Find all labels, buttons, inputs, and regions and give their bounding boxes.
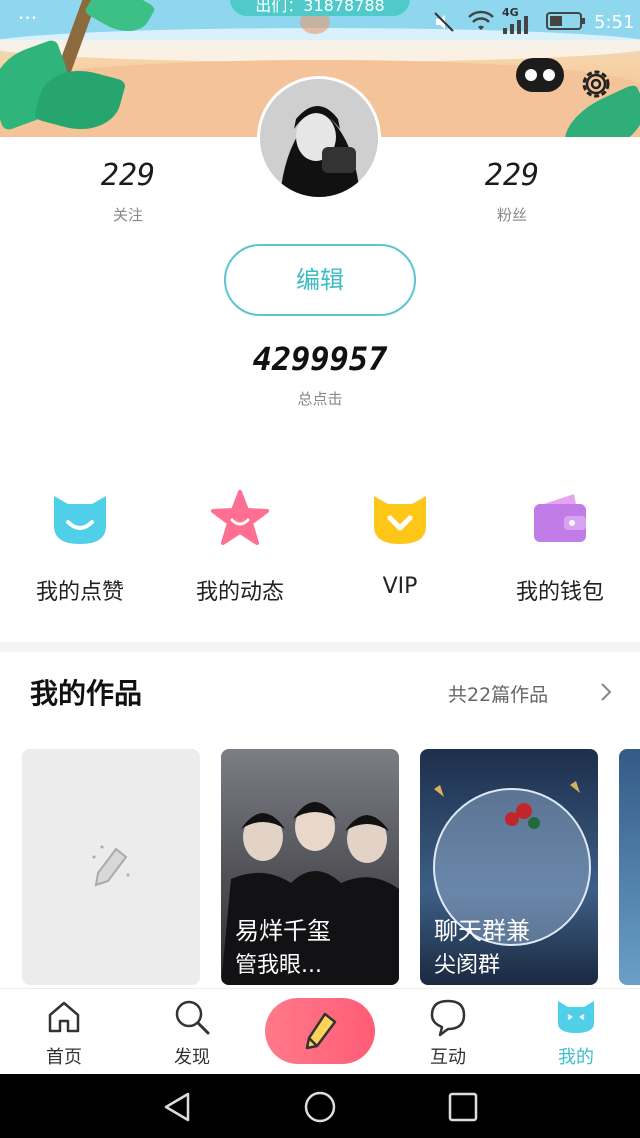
nav-discover[interactable]: 发现 xyxy=(128,989,256,1075)
cat-smile-icon xyxy=(54,496,106,544)
work-card-new[interactable] xyxy=(22,749,200,985)
recents-icon[interactable] xyxy=(446,1090,480,1124)
following-count[interactable]: 229 xyxy=(68,158,188,193)
search-icon xyxy=(175,1000,210,1035)
work-title-line2: 管我眼... xyxy=(235,953,322,978)
work-title-line2: 尖阂群 xyxy=(434,953,501,978)
work-card-partial[interactable] xyxy=(619,749,640,985)
menu-dots: ··· xyxy=(18,6,38,30)
bottom-nav: 首页 发现 互动 我的 xyxy=(0,988,640,1075)
my-likes-label: 我的点赞 xyxy=(35,580,124,605)
nav-home[interactable]: 首页 xyxy=(0,989,128,1075)
mascot-eye xyxy=(525,69,537,81)
avatar-image xyxy=(260,79,378,197)
nav-discover-label: 发现 xyxy=(174,1047,210,1068)
my-activity-label: 我的动态 xyxy=(195,580,284,605)
pencil-icon xyxy=(305,1012,337,1050)
wifi-icon xyxy=(468,10,494,30)
nav-home-label: 首页 xyxy=(46,1047,82,1068)
followers-label: 粉丝 xyxy=(496,206,527,224)
total-clicks-label: 总点击 xyxy=(297,390,343,408)
home-icon xyxy=(48,1001,80,1033)
work-title-line1: 易烊千玺 xyxy=(235,917,331,945)
mascot-button[interactable] xyxy=(516,58,564,92)
battery-icon xyxy=(546,12,585,30)
wallet-icon xyxy=(534,494,586,542)
works-count-link[interactable]: 共22篇作品 xyxy=(448,680,548,707)
followers-count[interactable]: 229 xyxy=(452,158,572,193)
vip-cat-icon xyxy=(374,496,426,544)
work-title-line1: 聊天群兼 xyxy=(434,917,530,945)
my-likes-action[interactable]: 我的点赞 xyxy=(10,480,150,606)
total-clicks-count: 4299957 xyxy=(252,340,388,378)
my-wallet-action[interactable]: 我的钱包 xyxy=(490,480,630,606)
nav-mine-label: 我的 xyxy=(558,1047,594,1068)
my-wallet-label: 我的钱包 xyxy=(515,580,604,605)
compose-button[interactable] xyxy=(265,998,375,1064)
status-bar: ··· 出们：31878788 4G 5:51 xyxy=(0,0,640,44)
home-circle-icon[interactable] xyxy=(303,1090,337,1124)
mute-icon xyxy=(434,12,454,32)
edit-profile-button[interactable]: 编辑 xyxy=(224,244,416,316)
chevron-right-icon[interactable] xyxy=(596,680,616,704)
vip-label: VIP xyxy=(382,574,418,599)
work-card[interactable]: 易烊千玺 管我眼... xyxy=(221,749,399,985)
pencil-icon xyxy=(92,845,130,887)
system-nav-bar xyxy=(0,1074,640,1138)
nav-interact[interactable]: 互动 xyxy=(384,989,512,1075)
following-label: 关注 xyxy=(112,206,143,224)
clock: 5:51 xyxy=(594,12,635,33)
mascot-eye xyxy=(543,69,555,81)
signal-icon xyxy=(503,16,528,34)
works-title: 我的作品 xyxy=(30,677,143,710)
star-icon xyxy=(211,490,269,545)
nav-interact-label: 互动 xyxy=(430,1047,466,1068)
back-icon[interactable] xyxy=(160,1090,194,1124)
section-divider xyxy=(0,642,640,652)
nav-mine[interactable]: 我的 xyxy=(512,989,640,1075)
settings-gear-icon[interactable] xyxy=(578,66,614,102)
cat-face-icon xyxy=(558,1001,594,1033)
my-activity-action[interactable]: 我的动态 xyxy=(170,480,310,606)
chat-bubble-icon xyxy=(430,999,466,1037)
channel-pill: 出们：31878788 xyxy=(230,0,410,16)
work-card[interactable]: 聊天群兼 尖阂群 xyxy=(420,749,598,985)
vip-action[interactable]: VIP xyxy=(330,480,470,599)
avatar[interactable] xyxy=(257,76,381,200)
